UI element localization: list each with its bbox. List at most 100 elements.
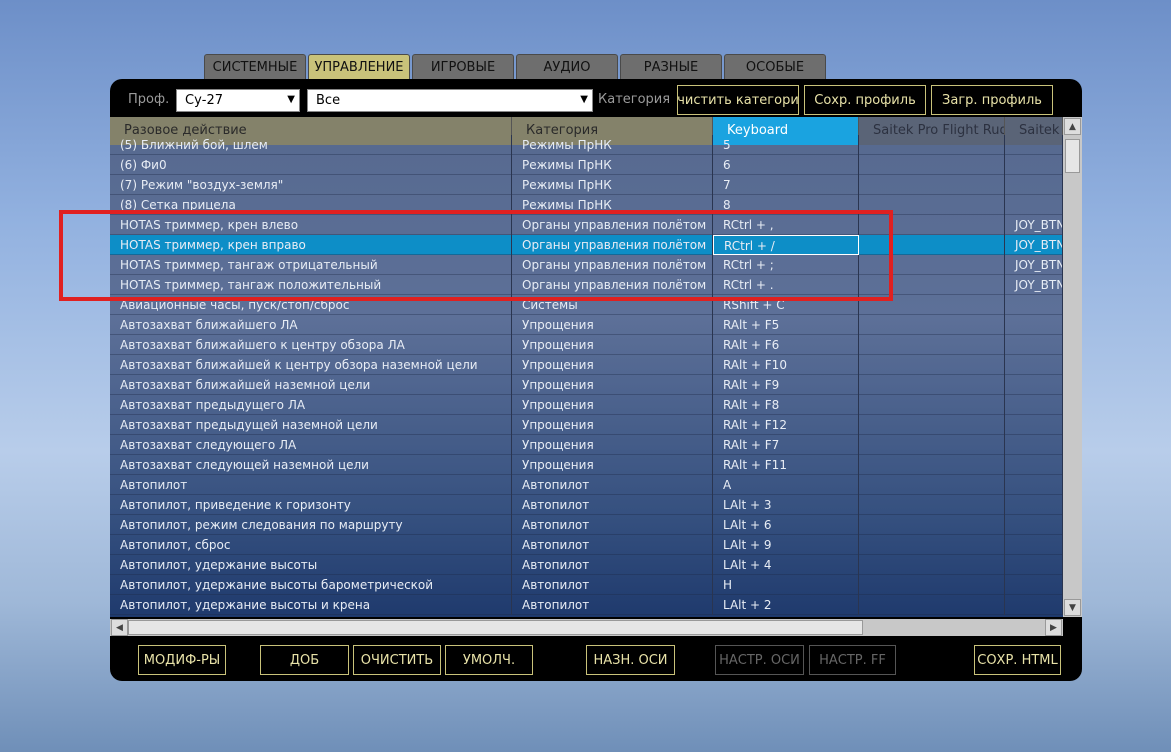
table-row[interactable]: Автозахват ближайшего ЛА Упрощения RAlt + … — [110, 315, 1063, 335]
cell-keyboard[interactable]: RAlt + F8 — [713, 395, 859, 415]
table-row[interactable]: Автопилот, режим следования по маршруту А… — [110, 515, 1063, 535]
cell-saitek[interactable] — [1005, 535, 1063, 555]
cell-action[interactable]: Автозахват предыдущего ЛА — [110, 395, 512, 415]
cell-saitek[interactable] — [1005, 595, 1063, 615]
table-row[interactable]: Автопилот, приведение к горизонту Автопил… — [110, 495, 1063, 515]
cell-action[interactable]: (5) Ближний бой, шлем — [110, 135, 512, 155]
assign-axis-button[interactable]: НАЗН. ОСИ — [586, 645, 675, 675]
cell-category[interactable]: Автопилот — [512, 535, 713, 555]
cell-action[interactable]: Автозахват ближайшей к центру обзора наз… — [110, 355, 512, 375]
cell-saitek[interactable] — [1005, 415, 1063, 435]
cell-action[interactable]: (7) Режим "воздух-земля" — [110, 175, 512, 195]
cell-category[interactable]: Упрощения — [512, 455, 713, 475]
cell-action[interactable]: Автозахват предыдущей наземной цели — [110, 415, 512, 435]
vertical-scroll-thumb[interactable] — [1065, 139, 1080, 173]
cell-keyboard[interactable]: 7 — [713, 175, 859, 195]
tab-special[interactable]: ОСОБЫЕ — [724, 54, 826, 80]
cell-category[interactable]: Автопилот — [512, 515, 713, 535]
table-row[interactable]: (7) Режим "воздух-земля" Режимы ПрНК 7 — [110, 175, 1063, 195]
scroll-down-icon[interactable]: ▼ — [1064, 599, 1081, 616]
cell-keyboard[interactable]: RAlt + F9 — [713, 375, 859, 395]
scroll-left-icon[interactable]: ◀ — [111, 619, 128, 636]
cell-saitek-rudder[interactable] — [859, 335, 1005, 355]
cell-saitek[interactable] — [1005, 555, 1063, 575]
cell-saitek[interactable] — [1005, 135, 1063, 155]
cell-saitek[interactable] — [1005, 295, 1063, 315]
table-row[interactable]: Автопилот, удержание высоты Автопилот LAlt… — [110, 555, 1063, 575]
cell-saitek[interactable] — [1005, 315, 1063, 335]
cell-keyboard[interactable]: RAlt + F11 — [713, 455, 859, 475]
table-row[interactable]: Автозахват ближайшего к центру обзора ЛА… — [110, 335, 1063, 355]
cell-category[interactable]: Автопилот — [512, 555, 713, 575]
cell-saitek-rudder[interactable] — [859, 455, 1005, 475]
table-row[interactable]: Автозахват предыдущей наземной цели Упрощ… — [110, 415, 1063, 435]
load-profile-button[interactable]: Загр. профиль — [931, 85, 1053, 115]
cell-saitek[interactable] — [1005, 355, 1063, 375]
cell-saitek-rudder[interactable] — [859, 375, 1005, 395]
cell-keyboard[interactable]: RAlt + F7 — [713, 435, 859, 455]
table-row[interactable]: (5) Ближний бой, шлем Режимы ПрНК 5 — [110, 135, 1063, 155]
cell-category[interactable]: Упрощения — [512, 435, 713, 455]
cell-action[interactable]: Автопилот — [110, 475, 512, 495]
cell-category[interactable]: Автопилот — [512, 575, 713, 595]
cell-saitek[interactable] — [1005, 335, 1063, 355]
cell-saitek-rudder[interactable] — [859, 415, 1005, 435]
scroll-up-icon[interactable]: ▲ — [1064, 118, 1081, 135]
scroll-right-icon[interactable]: ▶ — [1045, 619, 1062, 636]
cell-saitek[interactable] — [1005, 455, 1063, 475]
cell-keyboard[interactable]: 6 — [713, 155, 859, 175]
profile-select[interactable]: Су-27 ▼ — [176, 89, 300, 112]
cell-category[interactable]: Режимы ПрНК — [512, 175, 713, 195]
cell-keyboard[interactable]: LAlt + 9 — [713, 535, 859, 555]
cell-keyboard[interactable]: RAlt + F10 — [713, 355, 859, 375]
cell-saitek[interactable]: JOY_BTN_ — [1005, 275, 1063, 295]
cell-saitek[interactable] — [1005, 375, 1063, 395]
horizontal-scrollbar[interactable]: ◀ ▶ — [110, 619, 1063, 636]
cell-action[interactable]: Автопилот, удержание высоты барометричес… — [110, 575, 512, 595]
cell-saitek-rudder[interactable] — [859, 475, 1005, 495]
save-profile-button[interactable]: Сохр. профиль — [804, 85, 926, 115]
table-row[interactable]: Автозахват ближайшей наземной цели Упроще… — [110, 375, 1063, 395]
vertical-scrollbar[interactable]: ▲ ▼ — [1063, 117, 1082, 617]
cell-saitek[interactable] — [1005, 175, 1063, 195]
tab-audio[interactable]: АУДИО — [516, 54, 618, 80]
cell-saitek[interactable] — [1005, 155, 1063, 175]
cell-keyboard[interactable]: 5 — [713, 135, 859, 155]
cell-keyboard[interactable]: LAlt + 3 — [713, 495, 859, 515]
default-button[interactable]: УМОЛЧ. — [445, 645, 533, 675]
cell-action[interactable]: Автопилот, сброс — [110, 535, 512, 555]
cell-saitek[interactable] — [1005, 435, 1063, 455]
cell-saitek[interactable] — [1005, 495, 1063, 515]
cell-saitek[interactable] — [1005, 515, 1063, 535]
axis-setup-button[interactable]: НАСТР. ОСИ — [715, 645, 804, 675]
cell-saitek-rudder[interactable] — [859, 395, 1005, 415]
cell-saitek-rudder[interactable] — [859, 175, 1005, 195]
cell-action[interactable]: Автозахват ближайшего к центру обзора ЛА — [110, 335, 512, 355]
cell-action[interactable]: Автопилот, режим следования по маршруту — [110, 515, 512, 535]
cell-saitek-rudder[interactable] — [859, 495, 1005, 515]
cell-category[interactable]: Упрощения — [512, 315, 713, 335]
cell-saitek-rudder[interactable] — [859, 595, 1005, 615]
table-row[interactable]: Автопилот, удержание высоты и крена Автоп… — [110, 595, 1063, 615]
cell-category[interactable]: Упрощения — [512, 335, 713, 355]
cell-saitek[interactable] — [1005, 395, 1063, 415]
cell-keyboard[interactable]: LAlt + 6 — [713, 515, 859, 535]
modifiers-button[interactable]: МОДИФ-РЫ — [138, 645, 226, 675]
cell-saitek[interactable] — [1005, 475, 1063, 495]
tab-gameplay[interactable]: ИГРОВЫЕ — [412, 54, 514, 80]
cell-action[interactable]: Автопилот, приведение к горизонту — [110, 495, 512, 515]
cell-saitek-rudder[interactable] — [859, 575, 1005, 595]
cell-action[interactable]: Автопилот, удержание высоты и крена — [110, 595, 512, 615]
table-row[interactable]: Автозахват следующего ЛА Упрощения RAlt + … — [110, 435, 1063, 455]
cell-category[interactable]: Автопилот — [512, 475, 713, 495]
cell-category[interactable]: Упрощения — [512, 395, 713, 415]
table-row[interactable]: (6) Фи0 Режимы ПрНК 6 — [110, 155, 1063, 175]
cell-action[interactable]: Автозахват следующей наземной цели — [110, 455, 512, 475]
table-row[interactable]: Автопилот, удержание высоты барометричес… — [110, 575, 1063, 595]
cell-saitek-rudder[interactable] — [859, 135, 1005, 155]
cell-saitek-rudder[interactable] — [859, 315, 1005, 335]
cell-category[interactable]: Автопилот — [512, 595, 713, 615]
table-row[interactable]: Автозахват ближайшей к центру обзора наз… — [110, 355, 1063, 375]
cell-saitek-rudder[interactable] — [859, 535, 1005, 555]
cell-saitek[interactable]: JOY_BTN_ — [1005, 235, 1063, 255]
